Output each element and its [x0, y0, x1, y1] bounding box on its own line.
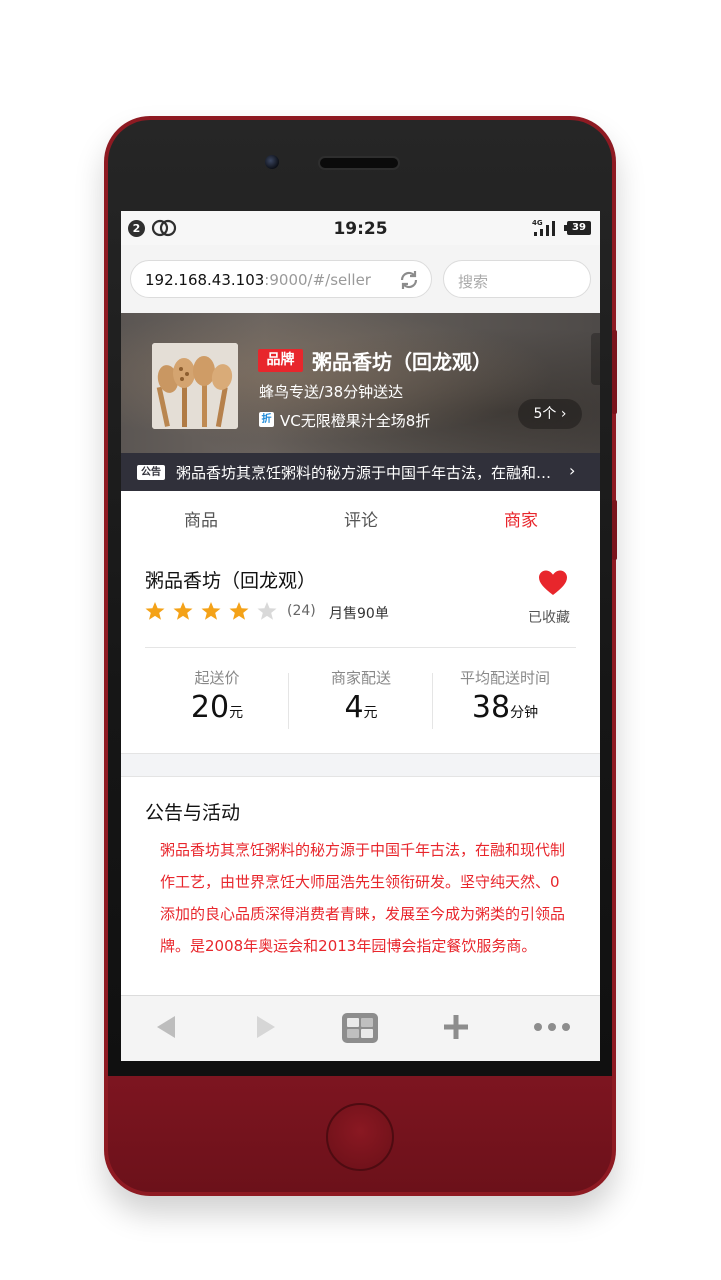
plus-icon[interactable]: [442, 1012, 470, 1042]
url-text: 192.168.43.103:9000/#/seller: [145, 271, 371, 289]
divider: [145, 647, 576, 648]
chevron-right-icon: ›: [569, 461, 576, 480]
metric-value: 20元: [145, 690, 289, 725]
notice-text: 粥品香坊其烹饪粥料的秘方源于中国千年古法，在融和现代制作工艺，由世界烹饪大师屈浩…: [176, 464, 556, 482]
chevron-right-icon: ›: [560, 406, 567, 422]
brand-badge: 品牌: [258, 349, 303, 372]
url-path: :9000/#/seller: [264, 271, 371, 289]
browser-toolbar: [121, 995, 600, 1061]
metric-value: 38分钟: [433, 690, 577, 725]
metric-unit: 分钟: [510, 705, 539, 721]
tab-seller[interactable]: 商家: [441, 506, 600, 531]
promo-count-label: 5个: [533, 406, 557, 422]
tab-goods[interactable]: 商品: [121, 506, 281, 531]
star-filled-icon: [201, 602, 221, 620]
star-rating: [145, 602, 277, 620]
rating-count: (24): [287, 603, 316, 619]
monthly-sales: 月售90单: [329, 606, 389, 622]
promo-count-button[interactable]: 5个 ›: [518, 399, 582, 429]
bulletin-title: 公告与活动: [145, 802, 241, 824]
favorite-label: 已收藏: [528, 610, 570, 626]
search-placeholder: 搜索: [458, 273, 489, 291]
metric-label: 起送价: [194, 669, 240, 687]
earpiece-speaker: [318, 156, 400, 170]
seller-name: 粥品香坊（回龙观）: [145, 570, 317, 592]
heart-icon[interactable]: [538, 569, 568, 597]
metric-min-price: 起送价 20元: [145, 667, 289, 725]
seller-overview: 粥品香坊（回龙观） (24) 月售90单 已收藏 起送价 20元 商家配送 4元…: [121, 541, 600, 753]
more-dots-icon[interactable]: [532, 1012, 572, 1042]
bulletin-section: 公告与活动 粥品香坊其烹饪粥料的秘方源于中国千年古法，在融和现代制作工艺，由世界…: [121, 777, 600, 997]
header-shop-name: 粥品香坊（回龙观）: [312, 350, 492, 374]
back-arrow-icon[interactable]: [153, 1012, 179, 1042]
seller-avatar: [152, 343, 238, 429]
url-field[interactable]: 192.168.43.103:9000/#/seller: [130, 260, 432, 298]
tab-bar: 商品 评论 商家: [121, 491, 600, 541]
battery-icon: 39: [564, 221, 591, 235]
tab-ratings[interactable]: 评论: [281, 506, 441, 531]
home-button[interactable]: [326, 1103, 394, 1171]
status-time: 19:25: [333, 219, 388, 239]
metric-number: 20: [190, 690, 230, 725]
star-filled-icon: [229, 602, 249, 620]
forward-arrow-icon[interactable]: [253, 1012, 279, 1042]
star-empty-icon: [257, 602, 277, 620]
signal-icon: 4G: [532, 219, 555, 236]
header-delivery-info: 蜂鸟专送/38分钟送达: [259, 383, 404, 401]
volume-button: [612, 330, 617, 414]
front-camera: [265, 155, 279, 169]
bulletin-text: 粥品香坊其烹饪粥料的秘方源于中国千年古法，在融和现代制作工艺，由世界烹饪大师屈浩…: [160, 841, 566, 955]
tabs-window-icon[interactable]: [341, 1012, 379, 1044]
metric-label: 商家配送: [330, 669, 391, 687]
metric-delivery-fee: 商家配送 4元: [289, 667, 433, 725]
metric-unit: 元: [363, 705, 378, 721]
star-filled-icon: [173, 602, 193, 620]
metric-delivery-time: 平均配送时间 38分钟: [433, 667, 577, 725]
metric-number: 38: [471, 690, 511, 725]
network-type-label: 4G: [532, 219, 543, 227]
metric-value: 4元: [289, 690, 433, 725]
notice-bar[interactable]: 公告 粥品香坊其烹饪粥料的秘方源于中国千年古法，在融和现代制作工艺，由世界烹饪大…: [121, 453, 600, 491]
power-button: [612, 500, 617, 560]
metric-number: 4: [344, 690, 364, 725]
discount-icon: 折: [259, 412, 274, 427]
metric-unit: 元: [229, 705, 244, 721]
scroll-handle[interactable]: [591, 333, 600, 385]
browser-address-bar: 192.168.43.103:9000/#/seller 搜索: [121, 245, 600, 313]
reload-icon[interactable]: [397, 268, 421, 292]
metric-label: 平均配送时间: [459, 669, 550, 687]
seller-header: 品牌 粥品香坊（回龙观） 蜂鸟专送/38分钟送达 折 VC无限橙果汁全场8折 5…: [121, 313, 600, 453]
section-gap: [121, 753, 600, 777]
header-promo-text: VC无限橙果汁全场8折: [280, 412, 431, 430]
wooden-spoons-image: [152, 343, 238, 429]
url-host: 192.168.43.103: [145, 271, 265, 289]
screen: 2 19:25 4G 39 192.168.43.103:9000/#/sell…: [121, 211, 600, 1061]
status-bar: 2 19:25 4G 39: [121, 211, 600, 245]
star-filled-icon: [145, 602, 165, 620]
search-input[interactable]: 搜索: [443, 260, 591, 298]
notice-badge: 公告: [137, 465, 165, 480]
